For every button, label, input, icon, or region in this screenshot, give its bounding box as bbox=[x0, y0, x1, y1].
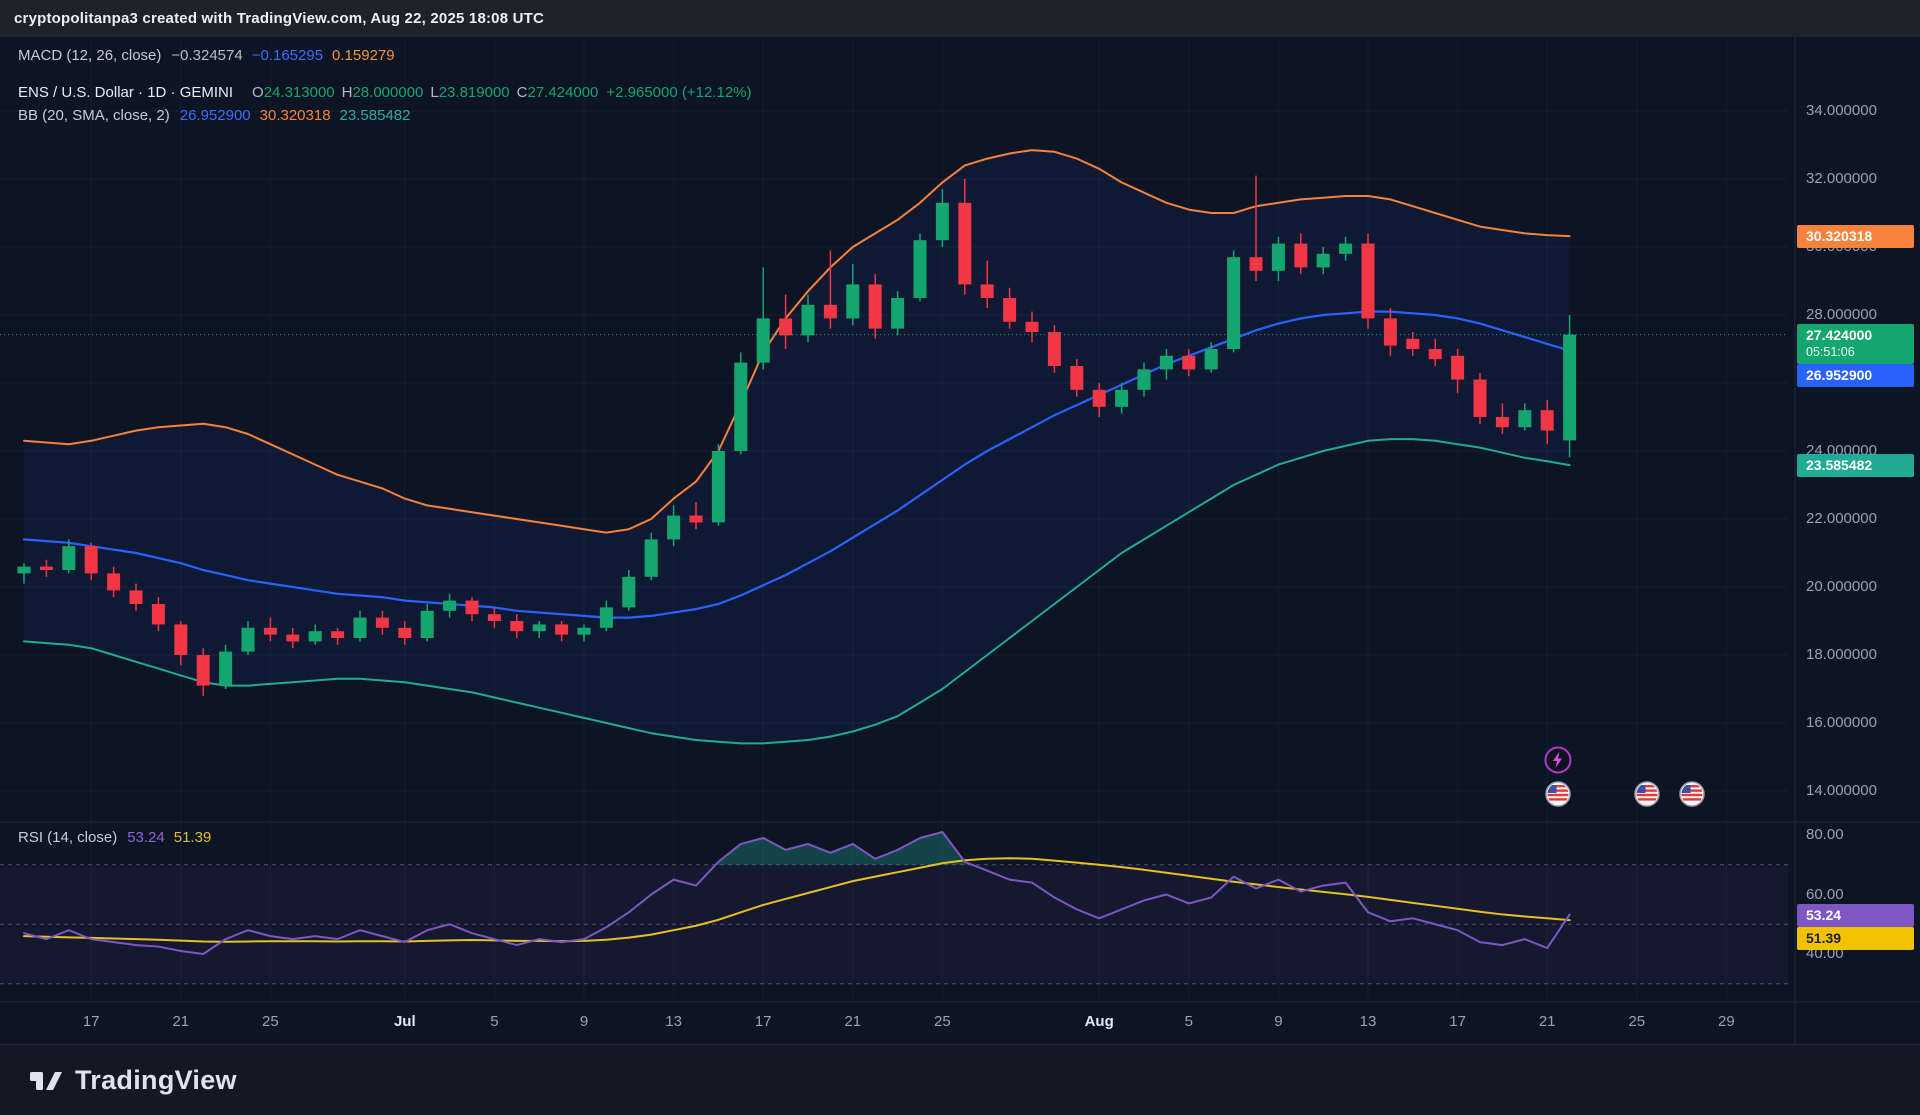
time-axis-label: Jul bbox=[373, 1013, 437, 1030]
bb-upper-value: 30.320318 bbox=[260, 107, 331, 124]
rsi-axis-label: 60.00 bbox=[1806, 886, 1844, 904]
change-value: +2.965000 (+12.12%) bbox=[606, 84, 751, 101]
price-axis-label: 16.000000 bbox=[1806, 714, 1877, 732]
bb-lower-value: 23.585482 bbox=[340, 107, 411, 124]
time-axis-label: 5 bbox=[462, 1013, 526, 1030]
time-axis-label: 21 bbox=[821, 1013, 885, 1030]
rsi-ma-value: 51.39 bbox=[174, 829, 212, 846]
main-chart-canvas[interactable] bbox=[0, 0, 1920, 1115]
us-economic-event-icon[interactable] bbox=[1679, 781, 1705, 812]
bb-lower-price-badge: 23.585482 bbox=[1797, 454, 1914, 477]
bb-legend[interactable]: BB (20, SMA, close, 2) 26.952900 30.3203… bbox=[18, 104, 752, 127]
legend-stack: MACD (12, 26, close) −0.324574 −0.165295… bbox=[18, 44, 752, 127]
rsi-legend-label: RSI (14, close) bbox=[18, 829, 117, 846]
time-axis-label: 17 bbox=[59, 1013, 123, 1030]
open-value: 24.313000 bbox=[264, 84, 335, 101]
tradingview-logo[interactable]: TradingView bbox=[28, 1062, 237, 1098]
time-axis-label: 13 bbox=[642, 1013, 706, 1030]
footer-bar: TradingView bbox=[0, 1044, 1920, 1115]
time-axis-label: 17 bbox=[1426, 1013, 1490, 1030]
high-key: H bbox=[342, 84, 353, 101]
rsi-ma-value-badge: 51.39 bbox=[1797, 927, 1914, 950]
time-axis-label: 21 bbox=[1515, 1013, 1579, 1030]
price-axis-label: 22.000000 bbox=[1806, 510, 1877, 528]
time-axis-label: 17 bbox=[731, 1013, 795, 1030]
bb-upper-price-badge: 30.320318 bbox=[1797, 225, 1914, 248]
price-axis[interactable]: 34.00000032.00000030.00000028.00000024.0… bbox=[1796, 37, 1920, 1044]
last-price-badge: 27.424000 05:51:06 bbox=[1797, 324, 1914, 364]
rsi-axis-label: 80.00 bbox=[1806, 826, 1844, 844]
close-value: 27.424000 bbox=[527, 84, 598, 101]
price-axis-label: 14.000000 bbox=[1806, 782, 1877, 800]
price-axis-label: 20.000000 bbox=[1806, 578, 1877, 596]
price-axis-label: 28.000000 bbox=[1806, 306, 1877, 324]
rsi-value-badge: 53.24 bbox=[1797, 904, 1914, 927]
attribution-text: cryptopolitanpa3 created with TradingVie… bbox=[14, 10, 544, 27]
time-axis-label: 9 bbox=[552, 1013, 616, 1030]
time-axis-label: 25 bbox=[1605, 1013, 1669, 1030]
open-key: O bbox=[252, 84, 264, 101]
macd-line-value: −0.165295 bbox=[252, 47, 323, 64]
time-axis-label: 25 bbox=[910, 1013, 974, 1030]
symbol-legend[interactable]: ENS / U.S. Dollar · 1D · GEMINI O24.3130… bbox=[18, 81, 752, 104]
macd-signal-value: 0.159279 bbox=[332, 47, 395, 64]
time-axis[interactable]: 17 21 25 Jul 5 9 13 17 21 25 Aug 5 9 13 17 21 25 29 bbox=[0, 1002, 1795, 1044]
price-axis-label: 18.000000 bbox=[1806, 646, 1877, 664]
time-axis-label: Aug bbox=[1067, 1013, 1131, 1030]
time-axis-label: 21 bbox=[149, 1013, 213, 1030]
us-economic-event-icon[interactable] bbox=[1545, 781, 1571, 812]
time-axis-label: 13 bbox=[1336, 1013, 1400, 1030]
high-value: 28.000000 bbox=[352, 84, 423, 101]
time-axis-label: 5 bbox=[1157, 1013, 1221, 1030]
bar-countdown: 05:51:06 bbox=[1806, 344, 1914, 361]
low-key: L bbox=[430, 84, 438, 101]
rsi-band bbox=[0, 865, 1788, 984]
rsi-legend[interactable]: RSI (14, close) 53.24 51.39 bbox=[18, 826, 220, 849]
time-axis-label: 9 bbox=[1246, 1013, 1310, 1030]
rsi-value: 53.24 bbox=[127, 829, 165, 846]
close-key: C bbox=[517, 84, 528, 101]
macd-legend-label: MACD (12, 26, close) bbox=[18, 47, 161, 64]
us-economic-event-icon[interactable] bbox=[1634, 781, 1660, 812]
bb-basis-value: 26.952900 bbox=[180, 107, 251, 124]
last-price-value: 27.424000 bbox=[1806, 327, 1914, 344]
price-axis-label: 34.000000 bbox=[1806, 102, 1877, 120]
low-value: 23.819000 bbox=[439, 84, 510, 101]
power-event-icon[interactable] bbox=[1544, 746, 1572, 779]
price-axis-label: 32.000000 bbox=[1806, 170, 1877, 188]
macd-hist-value: −0.324574 bbox=[171, 47, 242, 64]
attribution-bar: cryptopolitanpa3 created with TradingVie… bbox=[0, 0, 1920, 37]
bb-basis-price-badge: 26.952900 bbox=[1797, 364, 1914, 387]
bb-legend-label: BB (20, SMA, close, 2) bbox=[18, 107, 170, 124]
tradingview-logo-icon bbox=[28, 1062, 64, 1098]
symbol-title: ENS / U.S. Dollar · 1D · GEMINI bbox=[18, 84, 233, 101]
time-axis-label: 25 bbox=[238, 1013, 302, 1030]
time-axis-label: 29 bbox=[1694, 1013, 1758, 1030]
macd-legend[interactable]: MACD (12, 26, close) −0.324574 −0.165295… bbox=[18, 44, 752, 67]
tradingview-logo-text: TradingView bbox=[75, 1065, 237, 1096]
